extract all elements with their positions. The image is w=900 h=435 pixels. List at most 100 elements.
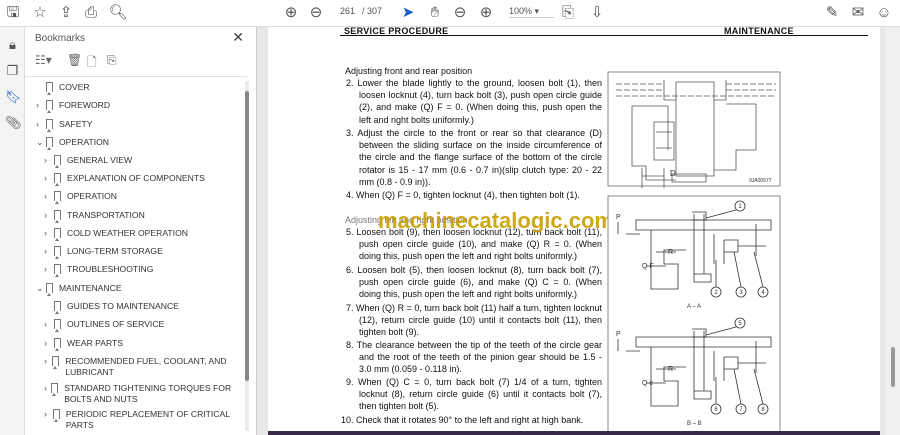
bookmark-item[interactable]: COVER <box>36 82 236 95</box>
select-cursor-icon[interactable]: ➤ <box>398 4 418 22</box>
bookmark-item[interactable]: › WEAR PARTS <box>44 338 239 351</box>
add-bookmark-icon[interactable]: ⎘ <box>107 53 117 68</box>
bookmark-icon <box>46 283 53 296</box>
bookmark-icon <box>54 319 61 332</box>
chevron-right-icon[interactable]: › <box>44 356 52 378</box>
bookmark-tools: ☷▾ 🗑︎ 🗋 ⎘ <box>35 53 250 71</box>
bookmark-item[interactable]: GUIDES TO MAINTENANCE <box>44 301 239 314</box>
bookmark-label: OPERATION <box>59 137 109 147</box>
chevron-right-icon[interactable] <box>36 82 46 93</box>
account-icon[interactable]: ☺ <box>874 4 894 22</box>
label-qf: Q F <box>642 263 654 270</box>
chevron-right-icon[interactable]: › <box>44 191 54 202</box>
bookmark-item[interactable]: › TRANSPORTATION <box>44 210 239 223</box>
bookmark-icon <box>54 264 61 277</box>
bookmarks-icon[interactable]: 🔖︎ <box>5 89 22 104</box>
figure-code: 9JA00577 <box>749 178 772 184</box>
print-icon[interactable]: ⎙ <box>81 4 101 22</box>
hand-tool-icon[interactable]: ✋︎ <box>425 4 445 22</box>
bookmark-item[interactable]: › OPERATION <box>44 191 239 204</box>
fit-page-icon[interactable]: ⎘ <box>558 4 578 22</box>
bookmark-label: STANDARD TIGHTENING TORQUES FOR BOLTS AN… <box>64 383 232 404</box>
bookmark-label: OPERATION <box>67 191 117 201</box>
new-bookmark-icon[interactable]: 🗋 <box>87 53 97 74</box>
figure-circle-guide-sections: P R Q F A – A P R Q c B – B 1 2 3 4 5 6 … <box>607 195 781 435</box>
step-10: 10. Check that it rotates 90° to the lef… <box>341 415 584 425</box>
watermark: machinecatalogic.com <box>378 208 614 233</box>
bookmark-label: TRANSPORTATION <box>67 210 145 220</box>
panel-title: Bookmarks <box>35 33 86 44</box>
bookmark-item[interactable]: › PERIODIC REPLACEMENT OF CRITICAL PARTS <box>44 409 239 431</box>
close-icon[interactable]: ✕ <box>232 29 244 46</box>
bookmark-label: WEAR PARTS <box>67 338 124 348</box>
step-4: 4. When (Q) F = 0, tighten locknut (4), … <box>346 190 580 200</box>
panel-scrollbar[interactable] <box>245 81 249 431</box>
bookmark-label: LONG-TERM STORAGE <box>67 246 163 256</box>
prev-page-icon[interactable]: ⊕ <box>281 4 301 22</box>
options-icon[interactable]: ☷▾ <box>35 53 52 67</box>
chevron-right-icon[interactable]: › <box>44 338 54 349</box>
bookmark-star-icon[interactable]: ☆ <box>30 4 50 22</box>
bookmark-label: PERIODIC REPLACEMENT OF CRITICAL PARTS <box>65 409 230 430</box>
chevron-right-icon[interactable]: › <box>36 119 46 130</box>
bookmark-icon <box>52 356 60 369</box>
divider <box>25 76 247 77</box>
step-7: 7. When (Q) R = 0, turn back bolt (11) h… <box>346 303 602 338</box>
chevron-right-icon[interactable] <box>44 301 54 312</box>
zoom-out-icon[interactable]: ⊖ <box>450 4 470 22</box>
chevron-right-icon[interactable]: › <box>44 383 51 405</box>
bookmark-item[interactable]: › OUTLINES OF SERVICE <box>44 319 239 332</box>
chevron-right-icon[interactable]: › <box>44 409 53 431</box>
bookmark-item[interactable]: › SAFETY <box>36 119 236 132</box>
step-9: 9. When (Q) C = 0, turn back bolt (7) 1/… <box>346 377 602 412</box>
toolbar: 🖫 ☆ ⇪ ⎙ 🔍︎ ⊕ ⊖ 261 / 307 ➤ ✋︎ ⊖ ⊕ 100% ▾… <box>0 0 900 27</box>
upload-icon[interactable]: ⇪ <box>56 4 76 22</box>
lock-icon[interactable]: 🔒︎ <box>5 37 20 52</box>
save-icon[interactable]: 🖫 <box>3 4 23 22</box>
mail-icon[interactable]: ✉ <box>848 4 868 22</box>
bookmark-item[interactable]: › FOREWORD <box>36 100 236 113</box>
header-right: MAINTENANCE <box>724 27 794 35</box>
zoom-value: 100% <box>509 6 533 16</box>
bookmark-item[interactable]: › GENERAL VIEW <box>44 155 239 168</box>
bookmark-icon <box>51 383 59 396</box>
bookmark-item[interactable]: › LONG-TERM STORAGE <box>44 246 239 259</box>
bookmarks-panel: Bookmarks ✕ ☷▾ 🗑︎ 🗋 ⎘ COVER › FOREWORD › SAF… <box>25 27 257 435</box>
bookmark-item[interactable]: ⌄ OPERATION <box>36 137 236 150</box>
chevron-right-icon[interactable]: › <box>44 264 54 275</box>
chevron-down-icon[interactable]: ⌄ <box>36 283 46 294</box>
attachment-icon[interactable]: 📎︎ <box>5 115 22 130</box>
bookmark-icon <box>54 301 61 314</box>
scroll-mode-icon[interactable]: ⇩ <box>587 4 607 22</box>
bookmark-item[interactable]: › TROUBLESHOOTING <box>44 264 239 277</box>
pages-icon[interactable]: ❐ <box>5 63 20 78</box>
chevron-right-icon[interactable]: › <box>36 100 46 111</box>
bookmark-item[interactable]: › EXPLANATION OF COMPONENTS <box>44 173 239 186</box>
label-p-b: P <box>616 331 621 338</box>
chevron-right-icon[interactable]: › <box>44 210 54 221</box>
page-bottom-band <box>268 431 880 435</box>
sign-icon[interactable]: ✎ <box>822 4 842 22</box>
bookmark-item[interactable]: › COLD WEATHER OPERATION <box>44 228 239 241</box>
chevron-right-icon[interactable]: › <box>44 319 54 330</box>
chevron-right-icon[interactable]: › <box>44 246 54 257</box>
left-rail: 🔒︎ ❐ 🔖︎ 📎︎ <box>0 27 25 435</box>
chevron-down-icon[interactable]: ⌄ <box>36 137 46 148</box>
step-3: 3. Adjust the circle to the front or rea… <box>346 128 602 187</box>
bookmark-label: COLD WEATHER OPERATION <box>67 228 188 238</box>
delete-icon[interactable]: 🗑︎ <box>67 53 82 67</box>
chevron-right-icon[interactable]: › <box>44 173 54 184</box>
next-page-icon[interactable]: ⊖ <box>306 4 326 22</box>
bookmark-item[interactable]: ⌄ MAINTENANCE <box>36 283 236 296</box>
bookmark-item[interactable]: › STANDARD TIGHTENING TORQUES FOR BOLTS A… <box>44 383 239 405</box>
page-number-input[interactable]: 261 <box>340 6 355 16</box>
search-icon[interactable]: 🔍︎ <box>108 4 128 22</box>
chevron-right-icon[interactable]: › <box>44 228 54 239</box>
zoom-in-icon[interactable]: ⊕ <box>476 4 496 22</box>
label-qc: Q c <box>642 380 653 387</box>
zoom-select[interactable]: 100% ▾ <box>509 6 554 18</box>
document-scrollbar[interactable] <box>886 27 900 435</box>
figure-circle-clearance: D 9JA00577 <box>607 71 781 188</box>
bookmark-item[interactable]: › RECOMMENDED FUEL, COOLANT, AND LUBRICAN… <box>44 356 239 378</box>
chevron-right-icon[interactable]: › <box>44 155 54 166</box>
